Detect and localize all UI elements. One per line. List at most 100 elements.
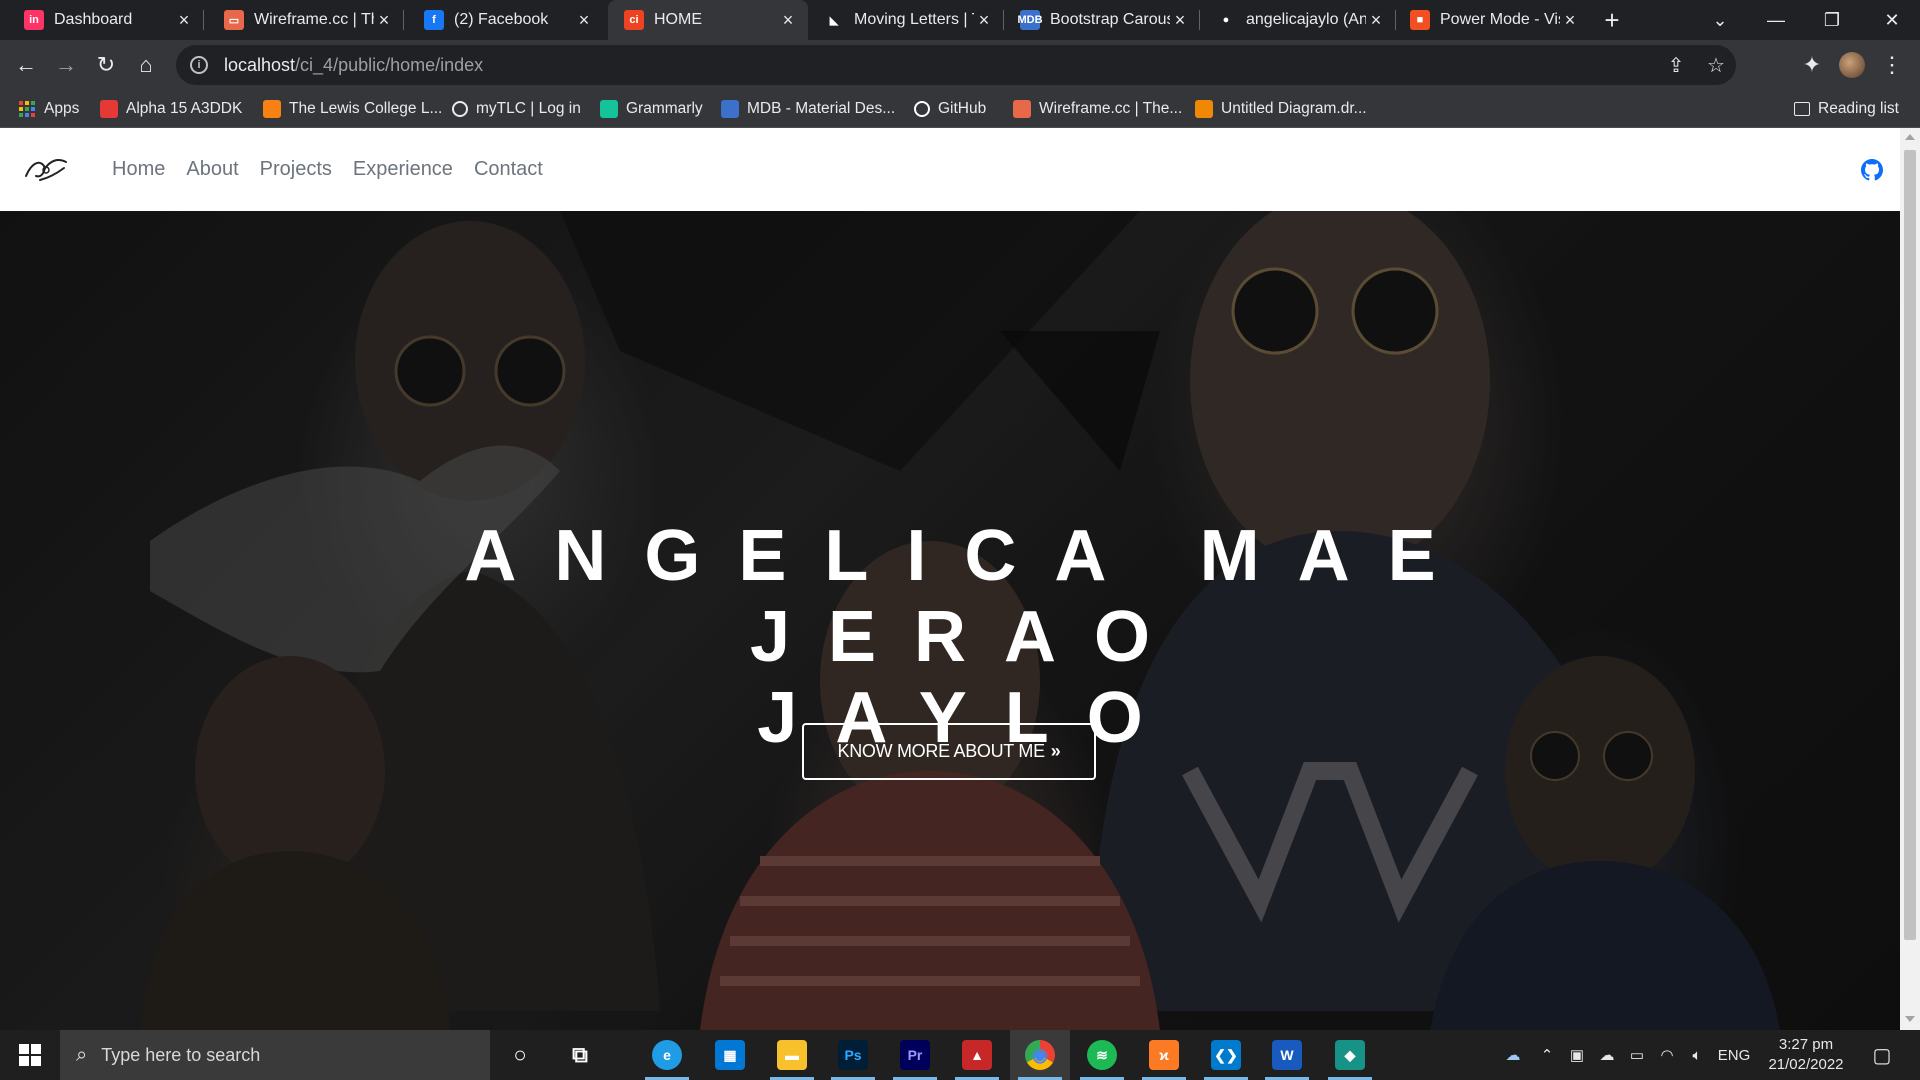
profile-avatar[interactable] [1836, 49, 1868, 81]
cloud-sync-icon[interactable]: ☁ [1592, 1046, 1622, 1064]
photoshop-icon: Ps [838, 1040, 868, 1070]
spotify-taskbar-button[interactable]: ≋ [1072, 1030, 1132, 1080]
file-explorer-taskbar-button[interactable]: ▬ [762, 1030, 822, 1080]
bookmark-item[interactable]: Alpha 15 A3DDK [100, 90, 242, 128]
browser-tab[interactable]: ■ Power Mode - Vis × [1394, 0, 1590, 40]
onedrive-cloud-icon[interactable]: ☁ [1494, 1046, 1532, 1064]
task-view-taskbar-button[interactable]: ⧉ [550, 1030, 610, 1080]
clock-time: 3:27 pm [1778, 1036, 1834, 1053]
browser-tab[interactable]: MDB Bootstrap Carous × [1004, 0, 1200, 40]
bookmark-item[interactable]: Wireframe.cc | The... [1013, 90, 1182, 128]
chrome-taskbar-button[interactable]: ◉ [1010, 1030, 1070, 1080]
volume-icon[interactable]: 🔈︎ [1682, 1047, 1712, 1064]
reading-list-label: Reading list [1818, 100, 1899, 117]
know-more-button[interactable]: KNOW MORE ABOUT ME » [802, 723, 1096, 780]
premiere-taskbar-button[interactable]: Pr [885, 1030, 945, 1080]
bookmark-star-icon[interactable]: ☆ [1696, 53, 1736, 78]
apps-shortcut[interactable]: Apps [18, 90, 79, 128]
github-icon[interactable] [1861, 159, 1883, 181]
word-taskbar-button[interactable]: W [1257, 1030, 1317, 1080]
bookmark-item[interactable]: Untitled Diagram.dr... [1195, 90, 1367, 128]
file-explorer-icon: ▬ [777, 1040, 807, 1070]
close-tab-icon[interactable]: × [1366, 10, 1386, 31]
site-logo[interactable] [22, 152, 70, 186]
bookmark-item[interactable]: GitHub [914, 90, 986, 128]
bookmark-item[interactable]: myTLC | Log in [452, 90, 581, 128]
browser-tab[interactable]: in Dashboard × [8, 0, 204, 40]
battery-icon[interactable]: ▭ [1622, 1046, 1652, 1064]
xampp-taskbar-button[interactable]: ϰ [1134, 1030, 1194, 1080]
nav-link-contact[interactable]: Contact [474, 158, 543, 181]
close-tab-icon[interactable]: × [778, 10, 798, 31]
language-indicator[interactable]: ENG [1712, 1047, 1756, 1064]
start-button[interactable] [0, 1030, 60, 1080]
windows-taskbar: ⌕ Type here to search ☁ ⌃ ▣ ☁ ▭ ◠ 🔈︎ ENG… [0, 1030, 1920, 1080]
share-icon[interactable]: ⇪ [1656, 53, 1696, 78]
browser-tab[interactable]: ci HOME × [608, 0, 808, 40]
bookmark-label: Grammarly [626, 100, 703, 117]
browser-tab[interactable]: ◣ Moving Letters | T × [808, 0, 1004, 40]
apps-grid-icon [18, 100, 36, 118]
back-button[interactable]: ← [10, 49, 42, 81]
store-icon: ▦ [715, 1040, 745, 1070]
close-tab-icon[interactable]: × [174, 10, 194, 31]
tab-search-button[interactable]: ⌄ [1692, 0, 1748, 40]
address-bar[interactable]: i localhost/ci_4/public/home/index ⇪ ☆ [176, 45, 1736, 85]
reading-list-button[interactable]: Reading list [1794, 90, 1899, 128]
close-tab-icon[interactable]: × [974, 10, 994, 31]
minimize-button[interactable]: — [1748, 0, 1804, 40]
forward-button[interactable]: → [50, 49, 82, 81]
new-tab-button[interactable]: + [1596, 4, 1628, 36]
scroll-up-arrow-icon[interactable] [1905, 134, 1915, 140]
bookmark-item[interactable]: Grammarly [600, 90, 703, 128]
photoshop-taskbar-button[interactable]: Ps [823, 1030, 883, 1080]
home-button[interactable]: ⌂ [130, 49, 162, 81]
store-taskbar-button[interactable]: ▦ [700, 1030, 760, 1080]
close-window-button[interactable]: ✕ [1864, 0, 1920, 40]
scrollbar-thumb[interactable] [1904, 150, 1916, 940]
site-info-icon[interactable]: i [190, 56, 208, 74]
hero-title-line-2: JERAO [749, 597, 1189, 677]
gitkraken-taskbar-button[interactable]: ◆ [1320, 1030, 1380, 1080]
hero-title-line-1: ANGELICA MAE [464, 516, 1474, 596]
cortana-taskbar-button[interactable]: ○ [490, 1030, 550, 1080]
meet-now-icon[interactable]: ▣ [1562, 1046, 1592, 1064]
tab-title: Wireframe.cc | The [254, 11, 374, 28]
clock-date: 21/02/2022 [1768, 1056, 1844, 1073]
close-tab-icon[interactable]: × [374, 10, 394, 31]
bookmark-label: GitHub [938, 100, 987, 117]
browser-tab[interactable]: f (2) Facebook × [408, 0, 604, 40]
browser-tab[interactable]: ▭ Wireframe.cc | The× [208, 0, 404, 40]
bookmark-label: Alpha 15 A3DDK [126, 100, 243, 117]
edge-taskbar-button[interactable]: e [637, 1030, 697, 1080]
page-scrollbar[interactable] [1900, 128, 1920, 1030]
msi-dragon-taskbar-button[interactable]: ▲ [947, 1030, 1007, 1080]
close-tab-icon[interactable]: × [1560, 10, 1580, 31]
nav-link-about[interactable]: About [186, 158, 238, 181]
restore-button[interactable]: ❐ [1804, 0, 1860, 40]
tab-title: Moving Letters | T [854, 11, 974, 28]
wifi-icon[interactable]: ◠ [1652, 1046, 1682, 1064]
nav-link-home[interactable]: Home [112, 158, 165, 181]
tab-title: HOME [654, 11, 702, 28]
show-hidden-icons-chevron-icon[interactable]: ⌃ [1532, 1046, 1562, 1064]
vscode-taskbar-button[interactable]: ❮❯ [1196, 1030, 1256, 1080]
close-tab-icon[interactable]: × [574, 10, 594, 31]
notifications-icon[interactable]: ▢ [1862, 1030, 1902, 1080]
taskbar-clock[interactable]: 3:27 pm 21/02/2022 [1760, 1035, 1852, 1075]
scroll-down-arrow-icon[interactable] [1905, 1016, 1915, 1022]
reload-button[interactable]: ↻ [90, 49, 122, 81]
browser-menu-icon[interactable]: ⋮ [1876, 49, 1908, 81]
invision-icon: in [24, 10, 44, 30]
bookmark-item[interactable]: The Lewis College L... [263, 90, 442, 128]
nav-link-experience[interactable]: Experience [353, 158, 453, 181]
facebook-icon: f [424, 10, 444, 30]
extensions-puzzle-icon[interactable]: ✦ [1796, 49, 1828, 81]
browser-tab[interactable]: ● angelicajaylo (An × [1200, 0, 1396, 40]
word-icon: W [1272, 1040, 1302, 1070]
bookmark-item[interactable]: MDB - Material Des... [721, 90, 895, 128]
taskbar-search-placeholder: Type here to search [101, 1044, 261, 1065]
taskbar-search-box[interactable]: ⌕ Type here to search [60, 1030, 490, 1080]
close-tab-icon[interactable]: × [1170, 10, 1190, 31]
nav-link-projects[interactable]: Projects [260, 158, 332, 181]
